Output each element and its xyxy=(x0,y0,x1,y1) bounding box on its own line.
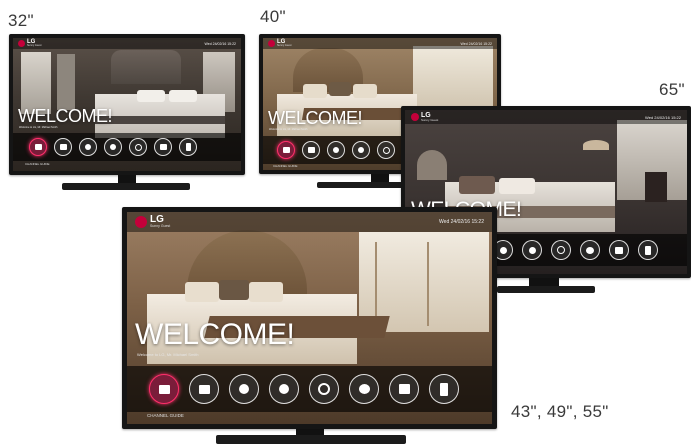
globe-icon xyxy=(134,143,142,151)
tv-screen: LGSunny Guest Wed 24/02/16 15:22 WELCOME… xyxy=(13,38,241,171)
menu-button-phone[interactable] xyxy=(179,138,197,156)
info-icon xyxy=(85,144,91,150)
info-icon xyxy=(499,246,507,254)
phone-icon xyxy=(440,382,448,396)
welcome-greeting: Welcome to LG, Mr. Michael Smith xyxy=(137,352,199,357)
menu-button-globe[interactable] xyxy=(129,138,147,156)
welcome-title: WELCOME! xyxy=(135,318,295,351)
menu-caption: CHANNEL GUIDE xyxy=(25,162,50,166)
briefcase-icon xyxy=(59,144,67,150)
bag-icon xyxy=(615,246,623,254)
clock: Wed 24/02/16 15:22 xyxy=(460,41,492,46)
menu-button-briefcase[interactable] xyxy=(54,138,72,156)
lg-logo: LG Sunny Guest xyxy=(18,39,41,48)
tv-stand-neck xyxy=(371,174,389,182)
menu-caption: CHANNEL GUIDE xyxy=(273,164,298,168)
menu-button-bag[interactable] xyxy=(154,138,172,156)
topbar: LG Sunny Guest Wed 24/02/16 15:22 xyxy=(405,110,687,124)
menu-bar xyxy=(13,133,241,161)
info-icon xyxy=(333,147,339,153)
info-icon xyxy=(239,384,249,394)
lg-logo-sub: Sunny Guest xyxy=(421,118,439,122)
menu-button-tv[interactable] xyxy=(29,138,47,156)
briefcase-icon xyxy=(307,147,315,153)
welcome-title: WELCOME! xyxy=(18,106,113,126)
lg-logo-icon xyxy=(411,113,419,121)
menu-button-alarm[interactable] xyxy=(580,240,600,260)
menu-button-tv[interactable] xyxy=(277,141,295,159)
clock: Wed 24/02/16 15:22 xyxy=(439,219,484,225)
info-icon xyxy=(110,144,116,150)
menu-button-info-2[interactable] xyxy=(269,374,299,404)
info-icon xyxy=(279,384,289,394)
menu-bar xyxy=(127,366,492,412)
menu-button-phone[interactable] xyxy=(429,374,459,404)
menu-button-globe[interactable] xyxy=(551,240,571,260)
phone-icon xyxy=(185,143,191,151)
menu-button-phone[interactable] xyxy=(638,240,658,260)
menu-button-globe[interactable] xyxy=(377,141,395,159)
menu-button-info[interactable] xyxy=(79,138,97,156)
lg-logo: LG Sunny Guest xyxy=(135,215,170,229)
lg-logo-sub: Sunny Guest xyxy=(150,224,171,229)
clock: Wed 24/02/16 15:22 xyxy=(645,114,681,120)
lg-logo-sub: Sunny Guest xyxy=(27,44,42,48)
topbar: LG Sunny Guest Wed 24/02/16 15:22 xyxy=(263,38,497,49)
menu-button-tv[interactable] xyxy=(149,374,179,404)
lg-logo: LG Sunny Guest xyxy=(268,39,291,48)
menu-button-info-2[interactable] xyxy=(352,141,370,159)
menu-button-briefcase[interactable] xyxy=(189,374,219,404)
bag-icon xyxy=(159,144,167,150)
globe-icon xyxy=(318,383,330,395)
menu-button-globe[interactable] xyxy=(309,374,339,404)
lg-logo-icon xyxy=(268,40,275,47)
alarm-icon xyxy=(358,384,370,394)
tv-43-49-55: LG Sunny Guest Wed 24/02/16 15:22 WELCOME… xyxy=(122,207,497,445)
tv-stand-base xyxy=(497,286,595,293)
bag-icon xyxy=(398,384,410,394)
tv-32: LG Sunny Guest Wed 24/02/16 15:22 WELCOME… xyxy=(9,34,245,192)
tv-icon xyxy=(34,144,42,150)
menu-button-briefcase[interactable] xyxy=(302,141,320,159)
size-label-32: 32" xyxy=(8,11,34,30)
menu-button-info-2[interactable] xyxy=(522,240,542,260)
tv-stand-neck xyxy=(118,175,136,183)
info-icon xyxy=(358,147,364,153)
menu-button-bag[interactable] xyxy=(389,374,419,404)
globe-icon xyxy=(557,246,565,254)
tv-screen: LGSunny Guest Wed 24/02/16 15:22 WELCOME… xyxy=(127,212,492,424)
globe-icon xyxy=(382,146,390,154)
tv-icon xyxy=(158,384,170,394)
topbar: LG Sunny Guest Wed 24/02/16 15:22 xyxy=(13,38,241,49)
clock: Wed 24/02/16 15:22 xyxy=(204,41,236,46)
lg-logo: LG Sunny Guest xyxy=(411,112,438,122)
tv-stand-base xyxy=(62,183,190,190)
welcome-greeting: Welcome to LG, Mr. Michael Smith xyxy=(19,126,58,129)
menu-button-info[interactable] xyxy=(229,374,259,404)
welcome-greeting: Welcome to LG, Mr. Michael Smith xyxy=(269,128,308,131)
alarm-icon xyxy=(586,246,594,254)
size-label-43-49-55: 43", 49", 55" xyxy=(511,402,609,421)
lg-logo-icon xyxy=(18,40,25,47)
menu-button-info-2[interactable] xyxy=(104,138,122,156)
size-label-65: 65" xyxy=(659,80,685,99)
menu-button-bag[interactable] xyxy=(609,240,629,260)
welcome-title: WELCOME! xyxy=(268,108,363,128)
briefcase-icon xyxy=(198,384,210,394)
tv-icon xyxy=(282,147,290,153)
info-icon xyxy=(528,246,536,254)
lg-logo-sub: Sunny Guest xyxy=(277,44,292,48)
topbar: LG Sunny Guest Wed 24/02/16 15:22 xyxy=(127,212,492,232)
menu-button-info[interactable] xyxy=(327,141,345,159)
menu-caption: CHANNEL GUIDE xyxy=(147,413,184,418)
menu-button-alarm[interactable] xyxy=(349,374,379,404)
size-label-40: 40" xyxy=(260,7,286,26)
tv-stand-base xyxy=(216,435,406,444)
phone-icon xyxy=(645,245,651,255)
lg-logo-icon xyxy=(135,216,147,228)
